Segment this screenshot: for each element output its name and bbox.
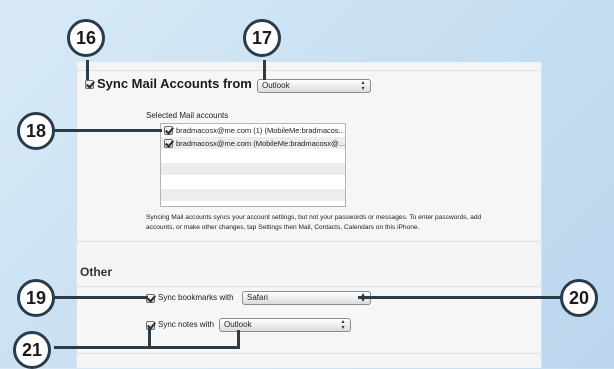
callout-17: 17: [243, 19, 281, 57]
callout-line-21-b: [237, 330, 240, 348]
empty-row: [161, 189, 345, 202]
callout-line-21-a: [148, 328, 151, 348]
callout-line-20: [358, 296, 562, 299]
mail-sync-note-line1: Syncing Mail accounts syncs your account…: [146, 214, 482, 221]
callout-line-19: [54, 296, 148, 299]
empty-row: [161, 150, 345, 163]
bookmarks-select-value: Safari: [247, 293, 268, 302]
callout-line-16: [86, 60, 89, 80]
account-label: bradmacosx@me.com (1) (MobileMe:bradmaco…: [176, 126, 345, 135]
mail-source-value: Outlook: [262, 81, 290, 90]
notes-select-value: Outlook: [224, 320, 252, 329]
select-arrows-icon: ▴ ▾: [361, 80, 365, 92]
sync-mail-checkbox[interactable]: [85, 80, 94, 89]
empty-row: [161, 176, 345, 189]
sync-mail-label: Sync Mail Accounts from: [97, 76, 252, 91]
sync-bookmarks-label: Sync bookmarks with: [158, 293, 234, 302]
mail-sync-note-line2: accounts, or make other changes, tap Set…: [146, 224, 420, 231]
mail-accounts-list[interactable]: bradmacosx@me.com (1) (MobileMe:bradmaco…: [160, 123, 346, 207]
callout-19: 19: [17, 279, 55, 317]
callout-16: 16: [67, 19, 105, 57]
callout-18: 18: [17, 112, 55, 150]
bookmarks-select[interactable]: Safari ▴ ▾: [242, 291, 371, 305]
callout-line-21-h: [54, 346, 240, 349]
callout-line-18: [54, 129, 162, 132]
list-item[interactable]: bradmacosx@me.com (MobileMe:bradmacosx@.…: [161, 137, 345, 150]
callout-line-17: [263, 60, 266, 80]
other-heading: Other: [80, 265, 113, 279]
selected-accounts-label: Selected Mail accounts: [146, 111, 229, 120]
select-arrows-icon: ▴ ▾: [341, 319, 345, 331]
callout-21: 21: [13, 331, 51, 369]
account-checkbox[interactable]: [164, 126, 173, 135]
sync-notes-label: Sync notes with: [158, 320, 215, 329]
callout-20: 20: [560, 279, 598, 317]
empty-row: [161, 163, 345, 176]
mail-source-select[interactable]: Outlook ▴ ▾: [257, 79, 371, 93]
list-item[interactable]: bradmacosx@me.com (1) (MobileMe:bradmaco…: [161, 124, 345, 137]
account-label: bradmacosx@me.com (MobileMe:bradmacosx@.…: [176, 139, 345, 148]
account-checkbox[interactable]: [164, 139, 173, 148]
